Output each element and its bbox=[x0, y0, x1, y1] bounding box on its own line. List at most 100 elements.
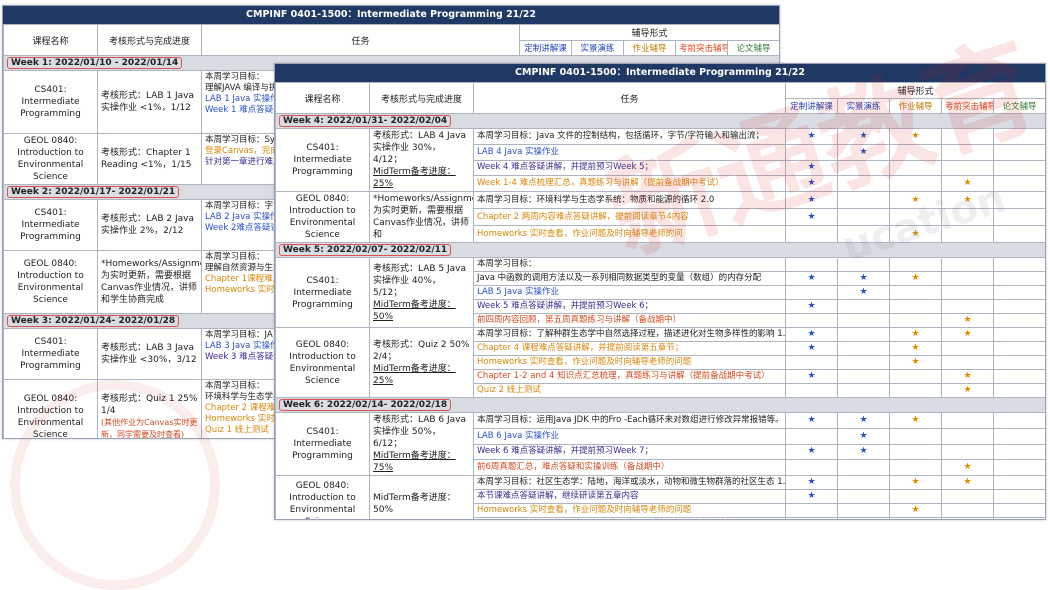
task-line: 本周学习目标：运用Java JDK 中的Fro -Each循环来对数组进行修改异… bbox=[473, 412, 786, 429]
mode-mark: ★ bbox=[785, 327, 838, 342]
mode-mark bbox=[941, 427, 994, 445]
mode-header-3: 考前突击辅导 bbox=[675, 40, 728, 56]
mode-mark bbox=[992, 503, 1045, 518]
mode-mark bbox=[837, 257, 890, 272]
mode-mark bbox=[941, 143, 994, 161]
week-row: Week 6: 2022/02/14- 2022/02/18 bbox=[275, 397, 1045, 413]
assessment-cell: 考核形式：Quiz 2 50% 2/4； MidTerm备考进度：25% bbox=[369, 327, 474, 398]
mode-mark bbox=[992, 313, 1045, 328]
week-label: Week 2: 2022/01/17- 2022/01/21 bbox=[7, 186, 180, 198]
task-line: Chapter 1-2 and 4 知识点汇总梳理，真题练习与讲解（提前备战期中… bbox=[473, 369, 786, 384]
course-header: 课程名称 bbox=[3, 24, 98, 56]
assessment-text: 考核形式：LAB 6 Java 实操作业 50%，6/12； bbox=[373, 415, 467, 449]
mode-mark bbox=[992, 143, 1045, 161]
midterm-progress: MidTerm备考进度：25% bbox=[373, 363, 456, 386]
task-row: CS401: Intermediate Programming 考核形式：LAB … bbox=[275, 128, 1045, 192]
mode-mark bbox=[992, 285, 1045, 300]
mode-mark: ★ bbox=[889, 271, 942, 286]
task-line: LAB 4 Java 实操作业 bbox=[473, 143, 786, 161]
week-label: Week 4: 2022/01/31- 2022/02/04 bbox=[279, 115, 452, 127]
mode-mark bbox=[992, 489, 1045, 504]
mode-mark bbox=[992, 427, 1045, 445]
task-line: 本周学习目标：了解种群生态学中自然选择过程，描述进化对生物多样性的影响 1.0 bbox=[473, 327, 786, 342]
assessment-header: 考核形式与完成进度 bbox=[369, 82, 474, 114]
week-label: Week 3: 2022/01/24- 2022/01/28 bbox=[7, 315, 180, 327]
mode-mark: ★ bbox=[837, 143, 890, 161]
mode-mark bbox=[889, 369, 942, 384]
mode-mark: ★ bbox=[889, 225, 942, 243]
mode-header-2: 作业辅导 bbox=[623, 40, 676, 56]
mode-mark bbox=[889, 489, 942, 504]
assessment-text: 考核形式：LAB 1 Java 实操作业 <1%，1/12 bbox=[101, 91, 195, 113]
mode-mark bbox=[837, 191, 890, 209]
mode-mark bbox=[941, 225, 994, 243]
task-line: Homeworks 实时查看，作业问题及时向辅导老师的问 bbox=[473, 225, 786, 243]
assessment-text: *Homeworks/Assignments 为实时更新，需要根据Canvas作… bbox=[373, 194, 473, 240]
mode-mark: ★ bbox=[785, 128, 838, 145]
mode-mark bbox=[889, 383, 942, 398]
mode-mark bbox=[941, 208, 994, 226]
week-label: Week 1: 2022/01/10 - 2022/01/14 bbox=[7, 57, 183, 69]
mode-mark bbox=[889, 427, 942, 445]
task-line: 本周学习目标： bbox=[473, 257, 786, 272]
task-line: Java 中函数的调用方法以及一系列相同数据类型的变量（数组）的内存分配 bbox=[473, 271, 786, 286]
front-sheet-title: CMPINF 0401-1500：Intermediate Programmin… bbox=[275, 64, 1045, 82]
assessment-text: 考核形式：LAB 3 Java 实操作业 <30%，3/12 bbox=[101, 343, 197, 365]
course-name: CS401: Intermediate Programming bbox=[275, 412, 370, 476]
mode-mark bbox=[992, 128, 1045, 145]
mode-mark bbox=[837, 489, 890, 504]
mode-mark bbox=[992, 459, 1045, 476]
assessment-cell: 考核形式：LAB 1 Java 实操作业 <1%，1/12 bbox=[97, 70, 202, 134]
mode-mark bbox=[992, 369, 1045, 384]
mode-mark bbox=[785, 427, 838, 445]
mode-mark bbox=[837, 313, 890, 328]
mode-mark bbox=[992, 175, 1045, 192]
front-schedule-table: 课程名称 考核形式与完成进度 任务 辅导形式 定制讲解课 实景演练 作业辅导 考前突击… bbox=[275, 82, 1045, 519]
week-label: Week 6: 2022/02/14- 2022/02/18 bbox=[279, 399, 452, 411]
assessment-cell: 考核形式：LAB 3 Java 实操作业 <30%，3/12 bbox=[97, 328, 202, 380]
mode-mark bbox=[889, 443, 942, 461]
mode-mark bbox=[941, 443, 994, 461]
assessment-text: 考核形式：LAB 5 Java 实操作业 40%，5/12； bbox=[373, 263, 467, 298]
mode-mark bbox=[785, 459, 838, 476]
mode-mark bbox=[941, 128, 994, 145]
mode-mark bbox=[785, 143, 838, 161]
mode-mark: ★ bbox=[785, 159, 838, 177]
task-line: 本周学习目标：社区生态学：陆地，海洋或淡水，动物和微生物群落的社区生态 1.0 bbox=[473, 475, 786, 490]
mode-header-1: 实景演练 bbox=[837, 98, 890, 114]
mode-mark bbox=[889, 159, 942, 177]
mode-mark bbox=[837, 459, 890, 476]
mode-mark: ★ bbox=[941, 459, 994, 476]
mode-mark bbox=[941, 285, 994, 300]
mode-mark: ★ bbox=[785, 191, 838, 209]
midterm-progress: MidTerm备考进度：75% bbox=[373, 451, 456, 473]
task-line: Chapter 4 课程难点答疑讲解，并提前阅读第五章节； bbox=[473, 341, 786, 356]
mode-mark bbox=[785, 225, 838, 243]
course-name: GEOL 0840: Introduction to Environmental… bbox=[3, 379, 98, 438]
mode-mark bbox=[785, 503, 838, 518]
task-row: GEOL 0840: Introduction to Environmental… bbox=[275, 191, 1045, 243]
mode-mark: ★ bbox=[785, 489, 838, 504]
mode-mark bbox=[837, 327, 890, 342]
mode-mark bbox=[889, 285, 942, 300]
assessment-cell: MidTerm备考进度：50% bbox=[369, 475, 474, 519]
assessment-cell: 考核形式：LAB 5 Java 实操作业 40%，5/12； MidTerm备考进… bbox=[369, 257, 474, 328]
task-line: Week 6 难点答疑讲解，并提前预习Week 7； bbox=[473, 443, 786, 461]
mode-mark bbox=[992, 443, 1045, 461]
mode-header-4: 论文辅导 bbox=[992, 98, 1045, 114]
modes-header: 辅导形式 bbox=[518, 24, 779, 41]
front-schedule-sheet: CMPINF 0401-1500：Intermediate Programmin… bbox=[274, 63, 1046, 520]
mode-mark: ★ bbox=[889, 355, 942, 370]
assessment-cell: 考核形式：LAB 6 Java 实操作业 50%，6/12； MidTerm备考进… bbox=[369, 412, 474, 476]
mode-mark bbox=[941, 503, 994, 518]
mode-mark: ★ bbox=[785, 271, 838, 286]
course-name: GEOL 0840: Introduction to Environmental… bbox=[3, 133, 98, 185]
mode-mark bbox=[785, 285, 838, 300]
mode-mark bbox=[837, 299, 890, 314]
assessment-text: 考核形式：Quiz 2 50% 2/4； bbox=[373, 339, 470, 362]
week-row: Week 5: 2022/02/07- 2022/02/11 bbox=[275, 242, 1045, 258]
mode-mark: ★ bbox=[785, 299, 838, 314]
course-header: 课程名称 bbox=[275, 82, 370, 114]
mode-mark bbox=[837, 475, 890, 490]
course-name: GEOL 0840: Introduction to Environmental… bbox=[275, 475, 370, 519]
